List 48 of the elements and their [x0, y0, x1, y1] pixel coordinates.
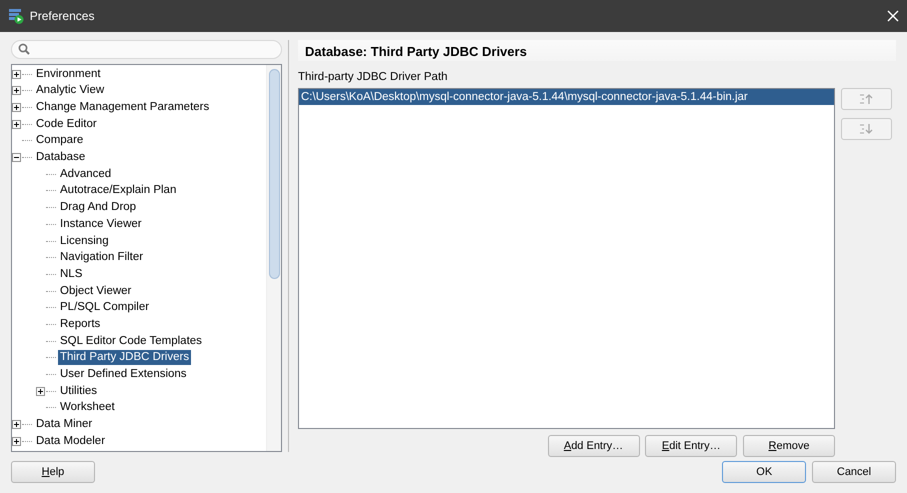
tree-item[interactable]: Instance Viewer: [58, 216, 144, 232]
action-button[interactable]: Remove: [743, 435, 835, 457]
tree-item[interactable]: Navigation Filter: [58, 250, 146, 266]
expand-icon[interactable]: [12, 420, 21, 430]
tree-item[interactable]: Advanced: [58, 166, 114, 182]
path-row[interactable]: C:\Users\KoA\Desktop\mysql-connector-java-5.1.44\mysql-connector-java-5.1.44-bin.jar: [299, 89, 834, 106]
tree-item[interactable]: Worksheet: [58, 400, 117, 416]
tree-item[interactable]: Analytic View: [34, 83, 106, 98]
dialog-button[interactable]: Cancel: [812, 461, 896, 483]
search-icon: [18, 43, 30, 56]
tree-item[interactable]: Database: [34, 150, 88, 166]
path-label: Third-party JDBC Driver Path: [298, 71, 448, 83]
tree-item[interactable]: Environment: [34, 66, 103, 82]
window-title: Preferences: [30, 8, 96, 25]
tree-item[interactable]: Compare: [34, 133, 86, 148]
tree-item[interactable]: Autotrace/Explain Plan: [58, 183, 178, 198]
tree-item[interactable]: PL/SQL Compiler: [58, 300, 152, 316]
tree-item[interactable]: Third Party JDBC Drivers: [58, 350, 192, 366]
expand-icon[interactable]: [12, 120, 21, 129]
expand-icon[interactable]: [12, 70, 21, 79]
expand-icon[interactable]: [12, 86, 21, 96]
tree-item[interactable]: NLS: [58, 266, 84, 282]
expand-icon[interactable]: [12, 103, 21, 112]
tree-item[interactable]: SQL Editor Code Templates: [58, 334, 204, 349]
tree-item[interactable]: Object Viewer: [58, 284, 134, 299]
action-button[interactable]: Edit Entry…: [645, 435, 738, 457]
tree-item[interactable]: Change Management Parameters: [34, 100, 212, 116]
tree-item[interactable]: Code Editor: [34, 116, 99, 132]
tree-item[interactable]: Data Miner: [34, 417, 94, 432]
move-down-icon: [858, 122, 874, 136]
action-button[interactable]: Add Entry…: [548, 435, 640, 457]
move-up-icon: [858, 92, 874, 106]
dialog-button[interactable]: OK: [722, 461, 806, 483]
close-icon[interactable]: [887, 10, 899, 22]
scrollbar[interactable]: [266, 64, 281, 451]
tree-item[interactable]: Licensing: [58, 234, 111, 249]
tree-item[interactable]: Reports: [58, 316, 102, 332]
help-button[interactable]: Help: [11, 461, 95, 483]
tree-item[interactable]: Utilities: [58, 384, 100, 399]
tree-item[interactable]: User Defined Extensions: [58, 367, 189, 382]
expand-icon[interactable]: [12, 436, 21, 446]
search-field[interactable]: [11, 40, 282, 59]
tree-item[interactable]: Data Modeler: [34, 434, 108, 449]
tree-item[interactable]: Drag And Drop: [58, 200, 138, 216]
collapse-icon[interactable]: [12, 153, 21, 162]
page-title: Database: Third Party JDBC Drivers: [298, 40, 896, 61]
app-icon: [8, 8, 24, 24]
expand-icon[interactable]: [36, 386, 45, 396]
